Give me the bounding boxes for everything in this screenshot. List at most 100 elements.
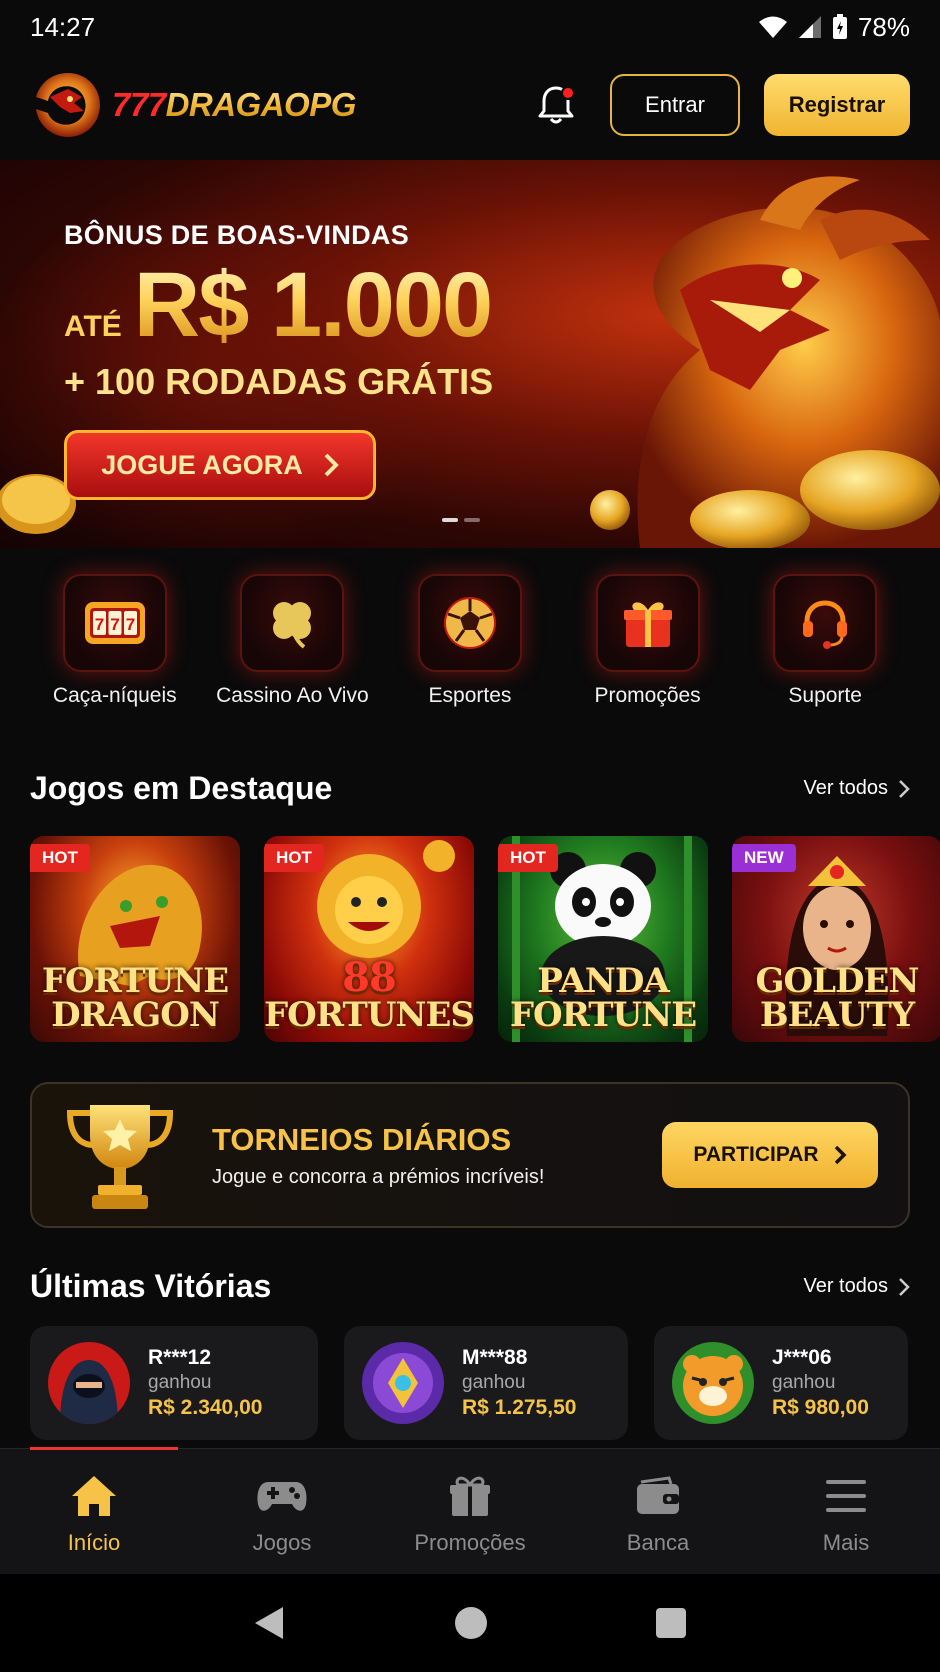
category-sports[interactable]: Esportes xyxy=(381,574,559,708)
nav-label: Banca xyxy=(626,1529,690,1555)
game-card-88-fortunes[interactable]: HOT 88 FORTUNES xyxy=(264,836,474,1042)
menu-icon xyxy=(826,1479,866,1512)
wallet-icon xyxy=(637,1475,679,1514)
nav-label: Promoções xyxy=(414,1529,526,1555)
notifications-button[interactable] xyxy=(534,83,578,127)
win-user: M***88 xyxy=(462,1346,528,1369)
wins-row: R***12 ganhou R$ 2.340,00 M***88 ganhou … xyxy=(30,1326,908,1440)
carousel-dots[interactable] xyxy=(442,518,480,522)
category-slots[interactable]: 777 Caça-níqueis xyxy=(26,574,204,708)
game-card-fortune-dragon[interactable]: HOT FORTUNE DRAGON xyxy=(30,836,240,1042)
login-button[interactable]: Entrar xyxy=(610,74,740,136)
chevron-right-icon xyxy=(899,779,910,798)
game-tag: HOT xyxy=(30,844,90,872)
win-amount: R$ 1.275,50 xyxy=(462,1396,577,1419)
game-tag: HOT xyxy=(498,844,558,872)
banner-subheading: + 100 RODADAS GRÁTIS xyxy=(64,361,494,402)
win-action: ganhou xyxy=(462,1372,526,1393)
tournament-title: TORNEIOS DIÁRIOS xyxy=(212,1121,512,1157)
nav-wallet[interactable]: Banca xyxy=(564,1449,752,1574)
nav-home[interactable]: Início xyxy=(0,1449,188,1574)
bottom-navigation: Início Jogos Promoções Banca Mais xyxy=(0,1447,940,1574)
win-user: R***12 xyxy=(148,1346,212,1369)
app-header: 777DRAGAOPG Entrar Registrar xyxy=(0,62,940,148)
brand-logo[interactable]: 777DRAGAOPG xyxy=(30,67,356,143)
wifi-icon xyxy=(758,16,787,38)
promo-banner[interactable]: BÔNUS DE BOAS-VINDAS ATÉ R$ 1.000 + 100 … xyxy=(0,160,940,548)
headset-icon xyxy=(803,600,848,649)
home-icon xyxy=(72,1475,116,1516)
nav-label: Início xyxy=(67,1529,121,1555)
gift-icon xyxy=(623,602,672,647)
featured-games-row: HOT FORTUNE DRAGON HOT 88 FORTUNES HOT PAN… xyxy=(30,836,940,1042)
banner-heading: BÔNUS DE BOAS-VINDAS xyxy=(64,220,410,250)
wins-see-all[interactable]: Ver todos xyxy=(803,1275,910,1298)
banner-amount: R$ 1.000 xyxy=(133,254,493,356)
featured-see-all[interactable]: Ver todos xyxy=(803,777,910,800)
game-card-golden-beauty[interactable]: NEW GOLDEN BEAUTY xyxy=(732,836,940,1042)
nav-promotions[interactable]: Promoções xyxy=(376,1449,564,1574)
soccer-ball-icon xyxy=(443,597,496,649)
system-navigation-bar xyxy=(0,1574,940,1672)
clock: 14:27 xyxy=(30,11,96,42)
clover-icon xyxy=(273,602,312,649)
game-card-panda-fortune[interactable]: HOT PANDA FORTUNE xyxy=(498,836,708,1042)
gift-icon xyxy=(450,1476,490,1516)
game-title: 88 FORTUNES xyxy=(264,954,474,1035)
featured-header: Jogos em Destaque Ver todos xyxy=(30,770,910,807)
participate-button[interactable]: PARTICIPAR xyxy=(662,1122,878,1188)
category-row: 777 Caça-níqueis Cassino Ao Vivo Esporte… xyxy=(0,574,940,708)
avatar xyxy=(48,1342,130,1424)
game-title: FORTUNE DRAGON xyxy=(41,961,229,1035)
svg-text:7: 7 xyxy=(126,615,135,634)
win-action: ganhou xyxy=(772,1372,836,1393)
daily-tournament-card[interactable]: TORNEIOS DIÁRIOS Jogue e concorra a prém… xyxy=(30,1082,910,1228)
brand-name: 777DRAGAOPG xyxy=(112,86,356,123)
win-item[interactable]: J***06 ganhou R$ 980,00 xyxy=(654,1326,908,1440)
win-amount: R$ 980,00 xyxy=(772,1396,869,1419)
win-item[interactable]: M***88 ganhou R$ 1.275,50 xyxy=(344,1326,628,1440)
avatar xyxy=(672,1342,754,1424)
chevron-right-icon xyxy=(324,453,339,477)
category-live-casino[interactable]: Cassino Ao Vivo xyxy=(204,574,382,708)
game-tag: NEW xyxy=(732,844,796,872)
nav-games[interactable]: Jogos xyxy=(188,1449,376,1574)
nav-label: Mais xyxy=(822,1529,870,1555)
dragon-illustration xyxy=(590,176,940,548)
back-icon[interactable] xyxy=(253,1605,287,1641)
play-now-button[interactable]: JOGUE AGORA xyxy=(64,430,376,500)
gamepad-icon xyxy=(257,1481,307,1511)
win-amount: R$ 2.340,00 xyxy=(148,1396,263,1419)
avatar xyxy=(362,1342,444,1424)
signal-icon xyxy=(798,16,821,38)
notification-badge xyxy=(561,86,575,100)
wins-title: Últimas Vitórias xyxy=(30,1268,272,1304)
category-label: Promoções xyxy=(594,684,701,707)
battery-level: 78% xyxy=(857,11,910,42)
win-action: ganhou xyxy=(148,1372,212,1393)
win-item[interactable]: R***12 ganhou R$ 2.340,00 xyxy=(30,1326,318,1440)
category-label: Suporte xyxy=(788,684,862,707)
tournament-subtitle: Jogue e concorra a prémios incríveis! xyxy=(212,1165,545,1188)
category-label: Caça-níqueis xyxy=(52,684,177,707)
nav-label: Jogos xyxy=(252,1529,312,1555)
chevron-right-icon xyxy=(899,1277,910,1296)
nav-more[interactable]: Mais xyxy=(752,1449,940,1574)
play-now-label: JOGUE AGORA xyxy=(101,449,303,480)
svg-text:7: 7 xyxy=(95,615,104,634)
category-promotions[interactable]: Promoções xyxy=(559,574,737,708)
svg-text:7: 7 xyxy=(110,615,119,634)
category-label: Cassino Ao Vivo xyxy=(216,684,369,707)
battery-icon xyxy=(832,14,847,39)
category-support[interactable]: Suporte xyxy=(736,574,914,708)
game-tag: HOT xyxy=(264,844,324,872)
register-button[interactable]: Registrar xyxy=(764,74,910,136)
recents-icon[interactable] xyxy=(655,1607,687,1639)
active-tab-indicator xyxy=(30,1447,178,1450)
wins-header: Últimas Vitórias Ver todos xyxy=(30,1268,910,1305)
featured-title: Jogos em Destaque xyxy=(30,770,333,806)
category-label: Esportes xyxy=(428,684,512,707)
banner-prefix: ATÉ xyxy=(64,310,122,343)
home-circle-icon[interactable] xyxy=(454,1606,488,1640)
game-title: GOLDEN BEAUTY xyxy=(755,961,919,1035)
